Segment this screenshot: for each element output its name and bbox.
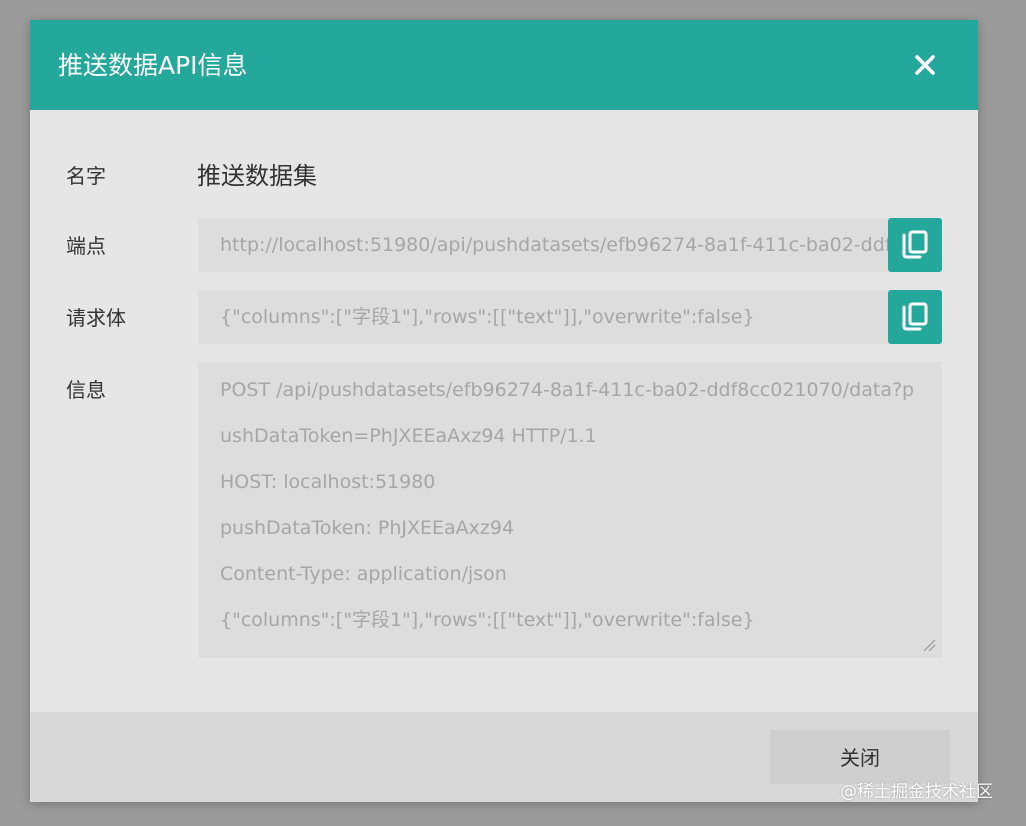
dialog-footer: 关闭 [30,712,978,802]
endpoint-label: 端点 [66,234,106,258]
copy-icon [902,302,928,331]
info-line: {"columns":["字段1"],"rows":[["text"]],"ov… [220,609,755,631]
request-body-field[interactable]: {"columns":["字段1"],"rows":[["text"]],"ov… [198,290,888,344]
copy-icon [902,230,928,259]
close-icon [915,55,935,75]
watermark: @稀土掘金技术社区 [840,782,993,802]
info-textarea[interactable]: POST /api/pushdatasets/efb96274-8a1f-411… [198,362,942,658]
endpoint-field[interactable]: http://localhost:51980/api/pushdatasets/… [198,218,888,272]
close-dialog-button[interactable]: 关闭 [770,730,950,784]
dialog-title: 推送数据API信息 [58,51,248,80]
push-data-api-dialog: 推送数据API信息 名字 推送数据集 端点 http://localhost:5… [30,20,978,802]
info-line: Content-Type: application/json [220,563,507,585]
request-body-label: 请求体 [66,306,126,330]
info-line: ushDataToken=PhJXEEaAxz94 HTTP/1.1 [220,425,597,447]
name-value: 推送数据集 [197,162,317,190]
info-label: 信息 [66,378,106,402]
name-label: 名字 [66,164,106,188]
resize-grip-icon[interactable] [922,638,936,652]
dialog-header: 推送数据API信息 [30,20,978,110]
copy-endpoint-button[interactable] [888,218,942,272]
close-button[interactable] [910,50,940,80]
copy-request-body-button[interactable] [888,290,942,344]
info-line: pushDataToken: PhJXEEaAxz94 [220,517,515,539]
info-line: POST /api/pushdatasets/efb96274-8a1f-411… [220,379,915,401]
info-line: HOST: localhost:51980 [220,471,436,493]
